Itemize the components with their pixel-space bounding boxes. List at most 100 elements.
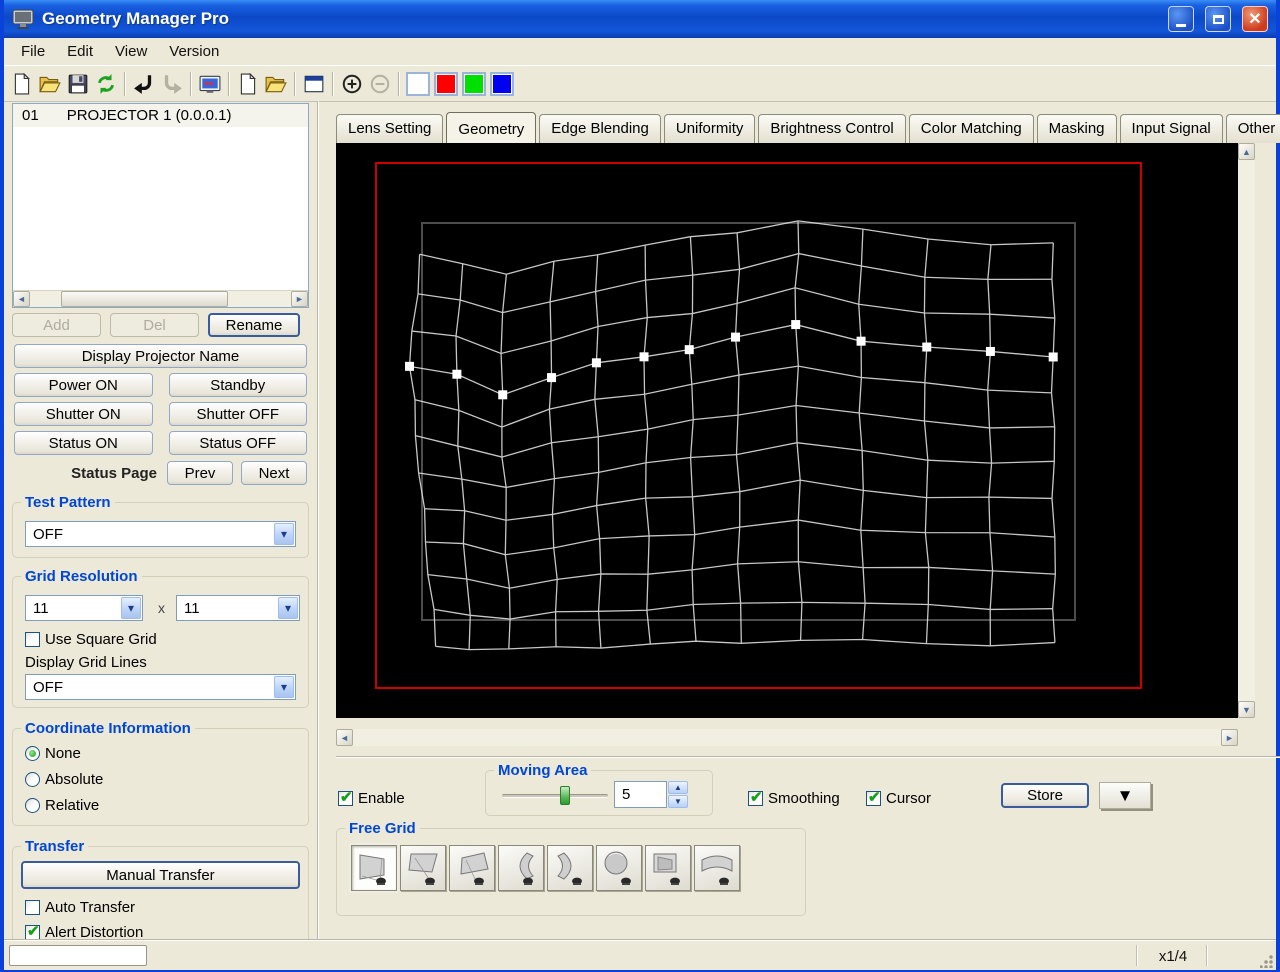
chevron-down-icon[interactable]: ▾	[274, 523, 294, 545]
grid-control-handle[interactable]	[922, 342, 932, 352]
tab-masking[interactable]: Masking	[1036, 114, 1117, 143]
checkbox-box[interactable]: ✔	[866, 789, 881, 806]
undo-icon[interactable]	[130, 70, 158, 98]
radio-none[interactable]: None	[25, 745, 81, 762]
menu-file[interactable]: File	[10, 40, 56, 63]
scroll-left-icon[interactable]: ◄	[336, 729, 353, 746]
open-project-icon[interactable]	[262, 70, 290, 98]
grid-h-select[interactable]: 11 ▾	[25, 595, 143, 621]
scroll-up-icon[interactable]: ▲	[1238, 143, 1255, 160]
minimize-button[interactable]	[1168, 6, 1194, 32]
scroll-down-icon[interactable]: ▼	[1238, 701, 1255, 718]
test-color-white[interactable]	[406, 71, 430, 96]
radio-circle[interactable]	[25, 798, 40, 813]
rename-button[interactable]: Rename	[208, 313, 300, 337]
checkbox-box[interactable]: ✔	[25, 923, 40, 940]
slider-thumb[interactable]	[560, 786, 571, 805]
store-dropdown-button[interactable]: ▼	[1099, 782, 1151, 809]
grid-control-handle[interactable]	[547, 373, 557, 383]
scroll-right-icon[interactable]: ►	[1221, 729, 1238, 746]
checkbox-box[interactable]: ✔	[748, 789, 763, 806]
checkbox-box[interactable]: ✔	[338, 789, 353, 806]
grid-v-select[interactable]: 11 ▾	[176, 595, 300, 621]
open-file-icon[interactable]	[36, 70, 64, 98]
scroll-left-icon[interactable]: ◄	[13, 291, 30, 307]
power-on-button[interactable]: Power ON	[14, 373, 153, 397]
slider-track[interactable]	[502, 794, 608, 798]
checkbox-box[interactable]: ✔	[25, 900, 40, 915]
radio-circle[interactable]	[25, 772, 40, 787]
standby-button[interactable]: Standby	[168, 373, 307, 397]
free-grid-screen-curve-concave-icon[interactable]	[498, 845, 544, 891]
grid-control-handle[interactable]	[985, 346, 995, 356]
free-grid-screen-curve-horizontal-icon[interactable]	[694, 845, 740, 891]
moving-area-value[interactable]: 5	[614, 781, 667, 808]
display-projector-name-button[interactable]: Display Projector Name	[14, 344, 307, 368]
menu-version[interactable]: Version	[158, 40, 230, 63]
title-bar[interactable]: Geometry Manager Pro ✕	[4, 0, 1276, 38]
close-button[interactable]: ✕	[1242, 6, 1268, 32]
shutter-off-button[interactable]: Shutter OFF	[168, 402, 307, 426]
menu-view[interactable]: View	[104, 40, 158, 63]
test-pattern-select[interactable]: OFF ▾	[25, 521, 296, 547]
grid-control-handle[interactable]	[791, 320, 801, 330]
radio-relative[interactable]: Relative	[25, 797, 99, 814]
status-off-button[interactable]: Status OFF	[168, 431, 307, 455]
grid-control-handle[interactable]	[591, 358, 601, 368]
grid-control-handle[interactable]	[404, 361, 414, 371]
status-page-prev-button[interactable]: Prev	[167, 461, 233, 485]
cursor-checkbox[interactable]: ✔ Cursor	[866, 789, 931, 807]
scroll-thumb[interactable]	[61, 291, 229, 307]
zoom-out-icon[interactable]	[366, 70, 394, 98]
moving-area-slider[interactable]	[502, 786, 608, 805]
scroll-track[interactable]	[1238, 160, 1255, 701]
display-grid-lines-select[interactable]: OFF ▾	[25, 674, 296, 700]
test-color-blue[interactable]	[490, 71, 514, 96]
spin-up-icon[interactable]: ▲	[668, 781, 688, 794]
new-project-icon[interactable]	[234, 70, 262, 98]
grid-control-handle[interactable]	[684, 345, 694, 355]
chevron-down-icon[interactable]: ▾	[278, 597, 298, 619]
tab-lens-setting[interactable]: Lens Setting	[336, 114, 444, 143]
window-layout-icon[interactable]	[300, 70, 328, 98]
alert-distortion-checkbox[interactable]: ✔ Alert Distortion	[25, 923, 143, 941]
geometry-canvas[interactable]	[336, 143, 1238, 718]
canvas-vertical-scrollbar[interactable]: ▲ ▼	[1238, 143, 1255, 718]
spin-down-icon[interactable]: ▼	[668, 795, 688, 808]
projector-list-scrollbar[interactable]: ◄ ►	[13, 290, 308, 307]
projector-list[interactable]: 01 PROJECTOR 1 (0.0.0.1) ◄ ►	[12, 103, 309, 308]
scroll-track[interactable]	[30, 291, 291, 307]
tab-input-signal[interactable]: Input Signal	[1119, 114, 1223, 143]
grid-control-handle[interactable]	[1048, 352, 1058, 362]
grid-control-handle[interactable]	[498, 390, 508, 400]
grid-control-handle[interactable]	[856, 336, 866, 346]
checkbox-box[interactable]: ✔	[25, 632, 40, 647]
smoothing-checkbox[interactable]: ✔ Smoothing	[748, 789, 840, 807]
status-on-button[interactable]: Status ON	[14, 431, 153, 455]
grid-control-handle[interactable]	[731, 332, 741, 342]
enable-checkbox[interactable]: ✔ Enable	[338, 789, 405, 807]
projector-list-item[interactable]: 01 PROJECTOR 1 (0.0.0.1)	[13, 104, 308, 127]
redo-icon[interactable]	[158, 70, 186, 98]
shutter-on-button[interactable]: Shutter ON	[14, 402, 153, 426]
free-grid-screen-rear-icon[interactable]	[645, 845, 691, 891]
grid-control-handle[interactable]	[639, 352, 649, 362]
test-color-red[interactable]	[434, 71, 458, 96]
menu-edit[interactable]: Edit	[56, 40, 104, 63]
add-button[interactable]: Add	[12, 313, 101, 337]
tab-other[interactable]: Other	[1225, 114, 1280, 143]
save-icon[interactable]	[64, 70, 92, 98]
auto-transfer-checkbox[interactable]: ✔ Auto Transfer	[25, 899, 135, 916]
canvas-horizontal-scrollbar[interactable]: ◄ ►	[336, 729, 1238, 746]
status-page-next-button[interactable]: Next	[241, 461, 307, 485]
zoom-in-icon[interactable]	[338, 70, 366, 98]
free-grid-screen-dome-icon[interactable]	[596, 845, 642, 891]
tab-uniformity[interactable]: Uniformity	[663, 114, 756, 143]
free-grid-screen-lean-back-icon[interactable]	[449, 845, 495, 891]
store-button[interactable]: Store	[1001, 783, 1089, 808]
resize-grip[interactable]	[1260, 954, 1274, 968]
test-color-green[interactable]	[462, 71, 486, 96]
scroll-track[interactable]	[353, 729, 1221, 746]
del-button[interactable]: Del	[110, 313, 199, 337]
chevron-down-icon[interactable]: ▾	[121, 597, 141, 619]
